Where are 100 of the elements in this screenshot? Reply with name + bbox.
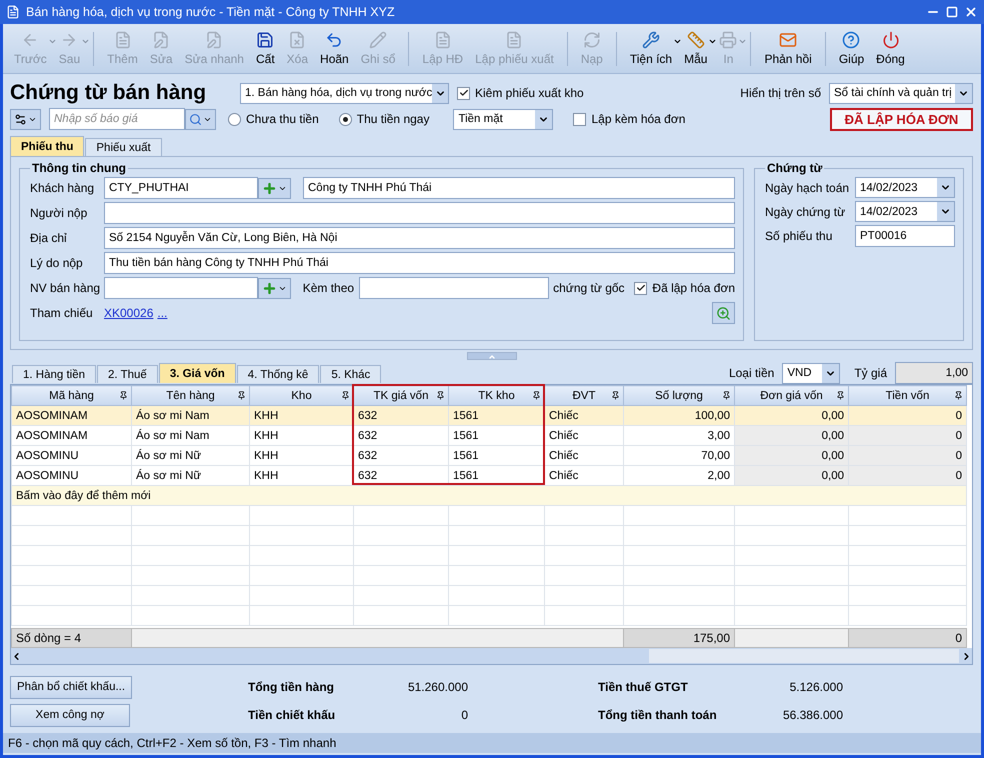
plus-icon [262, 180, 277, 196]
date-field[interactable]: 14/02/2023 [855, 201, 955, 222]
checkbox[interactable] [457, 86, 470, 100]
customer-name-field[interactable]: Công ty TNHH Phú Thái [303, 177, 735, 199]
toolbar-button[interactable]: Giúp [834, 29, 870, 68]
form-tab[interactable]: Phiếu thu [10, 136, 84, 156]
edit-document-icon [152, 31, 170, 49]
quote-search-field[interactable]: Nhập số báo giá [49, 108, 185, 130]
currency-select[interactable]: VND [782, 362, 840, 384]
pin-icon[interactable] [532, 391, 541, 400]
mail-icon [779, 31, 798, 49]
page-title: Chứng từ bán hàng [10, 81, 208, 105]
exchange-rate-field[interactable]: 1,00 [895, 362, 973, 384]
staff-field[interactable] [104, 277, 258, 299]
date-field[interactable]: 14/02/2023 [855, 177, 955, 198]
column-header[interactable]: Tên hàng [132, 386, 250, 406]
field-label: NV bán hàng [30, 281, 100, 295]
field-label: Ngày hạch toán [765, 180, 850, 194]
checkbox[interactable] [573, 112, 586, 126]
tools-dropdown[interactable] [10, 108, 41, 130]
pin-icon[interactable] [611, 391, 620, 400]
grid-tab[interactable]: 2. Thuế [97, 365, 158, 383]
pin-icon[interactable] [436, 391, 445, 400]
caret-icon[interactable] [673, 37, 682, 46]
document-icon [434, 31, 452, 49]
attachment-field[interactable] [358, 277, 550, 299]
reason-field[interactable]: Thu tiền bán hàng Công ty TNHH Phú Thái [104, 252, 735, 274]
more-link[interactable]: ... [157, 306, 168, 320]
row-count: Số dòng = 4 [12, 628, 132, 648]
toolbar-button[interactable]: Phản hồi [759, 29, 817, 68]
view-debt-button[interactable]: Xem công nợ [10, 704, 130, 726]
grid-tab[interactable]: 1. Hàng tiền [12, 365, 96, 383]
field-label: Địa chỉ [30, 231, 68, 245]
document-icon [114, 31, 132, 49]
radio-button[interactable] [338, 112, 352, 126]
search-dropdown[interactable] [185, 108, 216, 130]
horizontal-scrollbar[interactable] [11, 648, 972, 664]
help-icon [842, 31, 860, 49]
type-select[interactable]: 1. Bán hàng hóa, dịch vụ trong nước [240, 82, 449, 104]
checkbox[interactable] [634, 282, 648, 294]
maximize-icon[interactable] [946, 6, 958, 18]
field-label: Tham chiếu [30, 306, 94, 320]
caret-icon[interactable] [708, 37, 718, 46]
ledger-label: Hiển thị trên số [740, 86, 821, 100]
pin-icon[interactable] [237, 391, 246, 400]
reference-link[interactable]: XK00026 [104, 306, 154, 320]
table-cell: 0,00 [734, 466, 848, 486]
field-label: Người nộp [30, 206, 88, 220]
form-tab[interactable]: Phiếu xuất [85, 138, 162, 156]
column-header[interactable]: Mã hàng [12, 386, 132, 406]
grid-tab[interactable]: 4. Thống kê [236, 365, 320, 383]
address-field[interactable]: Số 2154 Nguyễn Văn Cừ, Long Biên, Hà Nội [104, 227, 735, 249]
payer-field[interactable] [104, 202, 735, 224]
status-bar: F6 - chọn mã quy cách, Ctrl+F2 - Xem số tồn, F3 - Tìm nhanh [3, 733, 981, 753]
field-label: Ngày chứng từ [765, 204, 846, 218]
customer-code-field[interactable]: CTY_PHUTHAI [104, 177, 258, 199]
pin-icon[interactable] [119, 391, 128, 400]
grid-tab[interactable]: 3. Giá vốn [158, 363, 236, 383]
toolbar-button[interactable]: Đóng [871, 29, 910, 68]
cost-total: 0 [848, 628, 967, 648]
ledger-select[interactable]: Sổ tài chính và quản trị [829, 82, 973, 104]
toolbar-button[interactable]: Mẫu [679, 29, 712, 68]
close-icon[interactable] [964, 5, 978, 19]
document-icon [505, 31, 524, 49]
ruler-icon [686, 31, 705, 49]
table-row[interactable]: AOSOMINAM Áo sơ mi Nam KHH 632 1561 Chiếc 100,00 0,00 0 [12, 406, 966, 426]
add-dropdown[interactable] [258, 178, 291, 198]
total-value: 0 [460, 708, 468, 722]
field-label: Khách hàng [30, 181, 96, 195]
toolbar-button[interactable]: Cất [250, 29, 280, 68]
column-header[interactable]: TK giá vốn [354, 386, 448, 406]
quantity-total: 175,00 [624, 628, 735, 648]
field-label: Số phiếu thu [765, 229, 834, 243]
pin-icon[interactable] [722, 391, 731, 400]
column-header[interactable]: Số lượng [624, 386, 734, 406]
column-header[interactable]: Tiền vốn [848, 386, 966, 406]
total-label: Tổng tiền hàng [248, 680, 335, 694]
group-title: Thông tin chung [31, 161, 127, 175]
pin-icon[interactable] [954, 391, 963, 400]
column-header[interactable]: ĐVT [544, 386, 624, 406]
checkbox-label: Đã lập hóa đơn [652, 281, 735, 295]
add-row-hint[interactable]: Bấm vào đây để thêm mới [12, 486, 966, 506]
grid-tab[interactable]: 5. Khác [320, 365, 382, 383]
add-dropdown[interactable] [258, 278, 291, 298]
allocate-discount-button[interactable]: Phân bổ chiết khấu... [10, 676, 132, 698]
toolbar-button[interactable]: Tiện ích [624, 29, 678, 68]
column-header[interactable]: Kho [250, 386, 354, 406]
table-row[interactable]: AOSOMINAM Áo sơ mi Nam KHH 632 1561 Chiếc 3,00 0,00 0 [12, 426, 966, 446]
table-row[interactable]: AOSOMINU Áo sơ mi Nữ KHH 632 1561 Chiếc 70,00 0,00 0 [12, 446, 966, 466]
radio-button[interactable] [228, 112, 241, 126]
method-select[interactable]: Tiền mặt [453, 108, 554, 130]
pin-icon[interactable] [341, 391, 350, 400]
column-header[interactable]: Đơn giá vốn [734, 386, 848, 406]
table-row[interactable]: AOSOMINU Áo sơ mi Nữ KHH 632 1561 Chiếc 2,00 0,00 0 [12, 466, 966, 486]
plus-icon [262, 280, 277, 296]
toolbar-button[interactable]: Hoãn [315, 29, 354, 68]
column-header[interactable]: TK kho [448, 386, 544, 406]
voucher-number-field[interactable]: PT00016 [855, 225, 955, 247]
collapse-handle[interactable] [466, 352, 516, 360]
pin-icon[interactable] [836, 391, 845, 400]
